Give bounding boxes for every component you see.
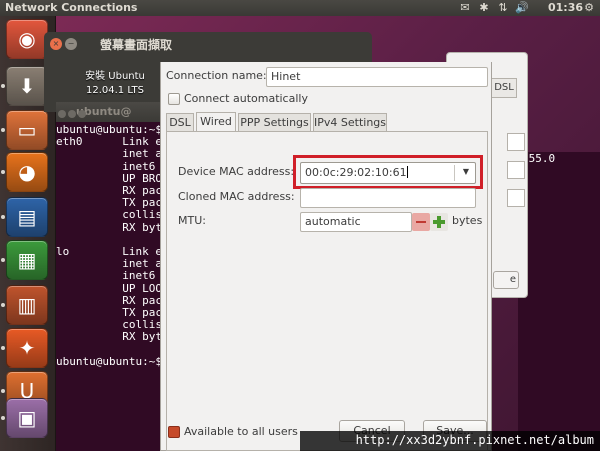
network-icon[interactable]: ⇅ — [496, 0, 510, 16]
running-indicator — [1, 258, 5, 262]
calc-glyph: ▦ — [17, 248, 37, 272]
maximize-icon[interactable] — [78, 110, 86, 118]
watermark: http://xx3d2ybnf.pixnet.net/album — [300, 431, 600, 451]
terminal-line: RX byt — [56, 330, 162, 344]
mail-icon[interactable]: ✉ — [458, 0, 472, 16]
bluetooth-icon[interactable]: ✱ — [478, 0, 490, 16]
terminal-line: TX pac — [56, 196, 162, 210]
terminal-line: lo Link e — [56, 245, 162, 259]
increment-button[interactable] — [430, 213, 448, 231]
terminal-window-buttons — [58, 108, 88, 121]
files-icon[interactable]: ▭ — [6, 110, 48, 150]
connect-automatically-label: Connect automatically — [184, 92, 308, 105]
screenshot-glyph: ▣ — [17, 406, 37, 430]
software-center-icon[interactable]: ✦ — [6, 328, 48, 368]
connection-name-label: Connection name: — [166, 69, 267, 82]
tab-ipv4-settings[interactable]: IPv4 Settings — [313, 113, 387, 132]
dash-home-icon[interactable]: ◉ — [6, 19, 48, 59]
installer-glyph: ⬇ — [18, 74, 36, 98]
connection-name-input[interactable]: Hinet — [266, 67, 488, 87]
terminal-line: RX byt — [56, 220, 162, 234]
running-indicator — [1, 389, 5, 393]
list-stub — [507, 133, 525, 151]
top-panel: Network Connections ✉ ✱ ⇅ 🔊 01:36 ⚙ — [0, 0, 600, 16]
software-center-glyph: ✦ — [18, 336, 36, 360]
watermark-url: http://xx3d2ybnf.pixnet.net/album — [355, 433, 594, 447]
dash-home-glyph: ◉ — [18, 27, 36, 51]
firefox-icon[interactable]: ◕ — [6, 152, 48, 192]
close-icon[interactable]: × — [50, 38, 62, 50]
device-mac-label: Device MAC address: — [178, 165, 295, 178]
running-indicator — [1, 215, 5, 219]
firefox-glyph: ◕ — [18, 160, 36, 184]
decrement-button[interactable] — [412, 213, 430, 231]
list-stub — [507, 161, 525, 179]
running-indicator — [1, 303, 5, 307]
terminal-line: TX pac — [56, 306, 162, 320]
terminal-line: UP LOO — [56, 281, 162, 295]
mtu-unit-label: bytes — [452, 214, 483, 227]
mtu-input[interactable]: automatic — [300, 212, 412, 232]
volume-icon[interactable]: 🔊 — [514, 0, 530, 16]
writer-glyph: ▤ — [17, 205, 37, 229]
running-indicator — [1, 84, 5, 88]
available-all-users-checkbox[interactable] — [168, 426, 180, 438]
wired-tab-panel: Device MAC address: 00:0c:29:02:10:61 ▼ … — [166, 131, 488, 451]
terminal-line: eth0 Link e — [56, 135, 162, 149]
running-indicator — [1, 346, 5, 350]
screenshot-icon[interactable]: ▣ — [6, 398, 48, 438]
highlight-annotation — [293, 155, 483, 189]
minus-icon — [416, 221, 426, 223]
tab-ppp-settings[interactable]: PPP Settings — [238, 113, 311, 132]
app-menu-title: Network Connections — [5, 1, 138, 14]
minimize-icon[interactable] — [68, 110, 76, 118]
running-indicator — [1, 170, 5, 174]
impress-icon[interactable]: ▥ — [6, 285, 48, 325]
tab-dsl[interactable]: DSL — [166, 113, 194, 132]
impress-glyph: ▥ — [17, 293, 37, 317]
running-indicator — [1, 416, 5, 420]
available-all-users-label: Available to all users — [184, 425, 298, 438]
files-glyph: ▭ — [17, 118, 37, 142]
cloned-mac-input[interactable] — [300, 188, 476, 208]
session-gear-icon[interactable]: ⚙ — [582, 0, 596, 16]
terminal-right-fragment: 255.0 — [518, 152, 600, 451]
window-title: 螢幕畫面擷取 — [100, 38, 173, 52]
terminal-line: inet6 — [56, 159, 162, 173]
running-indicator — [1, 128, 5, 132]
tab-wired[interactable]: Wired — [196, 112, 236, 132]
terminal-line: ubuntu@ubuntu:~$ — [56, 123, 162, 136]
list-stub — [507, 189, 525, 207]
terminal-line: RX pac — [56, 184, 162, 198]
terminal-line: inet6 — [56, 269, 162, 283]
installer-icon[interactable]: ⬇ — [6, 66, 48, 106]
desktop-icon-line1: 安裝 Ubuntu — [85, 71, 145, 82]
terminal-output: ubuntu@ubuntu:~$ eth0 Link e inet a inet… — [56, 122, 176, 368]
edit-button-stub[interactable]: e — [493, 271, 519, 289]
terminal-line: ubuntu@ubuntu:~$ — [56, 354, 162, 368]
writer-icon[interactable]: ▤ — [6, 197, 48, 237]
terminal-line: collis — [56, 318, 162, 332]
terminal-line: UP BRO — [56, 171, 162, 185]
cloned-mac-label: Cloned MAC address: — [178, 190, 295, 203]
calc-icon[interactable]: ▦ — [6, 240, 48, 280]
terminal-line: collis — [56, 208, 162, 222]
connect-automatically-checkbox[interactable] — [168, 93, 180, 105]
desktop-install-icon-label[interactable]: 安裝 Ubuntu 12.04.1 LTS — [70, 70, 160, 98]
terminal-line: RX pac — [56, 293, 162, 307]
minimize-icon[interactable]: − — [65, 38, 77, 50]
terminal-window[interactable]: ubuntu@ ubuntu@ubuntu:~$ eth0 Link e ine… — [56, 102, 176, 451]
desktop-icon-line2: 12.04.1 LTS — [86, 85, 144, 96]
close-icon[interactable] — [58, 110, 66, 118]
tab-dsl-stub[interactable]: DSL — [491, 78, 517, 98]
terminal-line: inet a — [56, 257, 162, 271]
edit-connection-dialog: Connection name: Hinet Connect automatic… — [160, 62, 492, 451]
mtu-label: MTU: — [178, 214, 206, 227]
terminal-line: inet a — [56, 147, 162, 161]
clock[interactable]: 01:36 — [548, 0, 583, 16]
